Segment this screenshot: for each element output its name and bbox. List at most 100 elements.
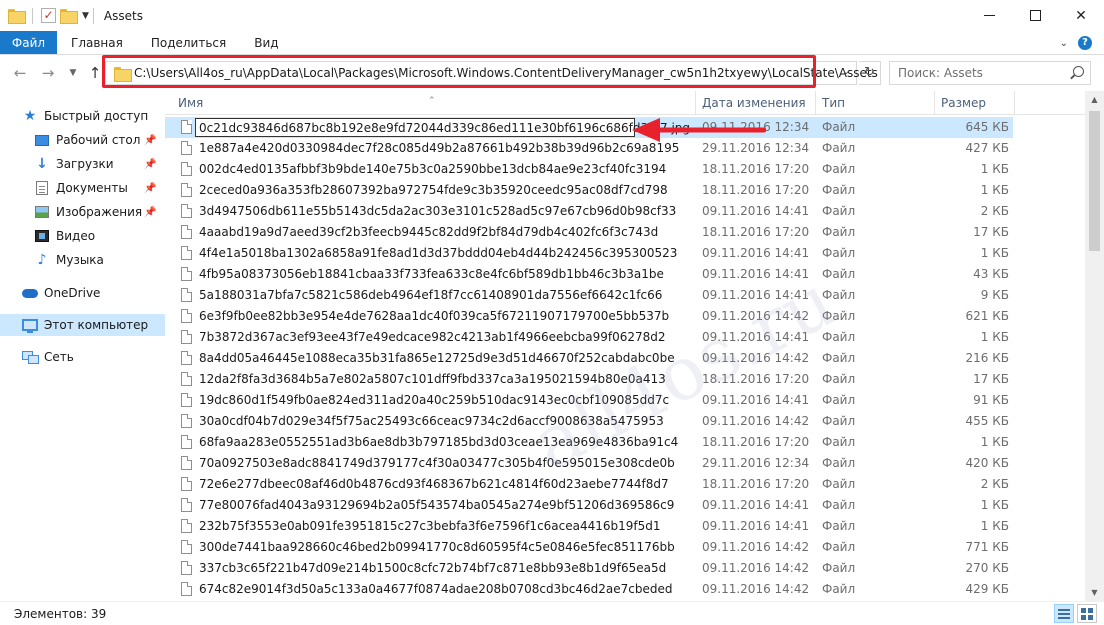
tab-file[interactable]: Файл — [0, 31, 57, 54]
nav-music[interactable]: ♪ Музыка — [0, 249, 165, 271]
expand-ribbon-icon[interactable]: ⌄ — [1060, 38, 1068, 49]
file-row[interactable]: 70a0927503e8adc8841749d379177c4f30a03477… — [165, 453, 1013, 474]
file-row[interactable]: 4aaabd19a9d7aeed39cf2b3feecb9445c82dd9f2… — [165, 222, 1013, 243]
item-count: Элементов: 39 — [14, 607, 107, 621]
column-name[interactable]: Имя — [178, 96, 203, 110]
tab-home[interactable]: Главная — [57, 31, 137, 54]
properties-icon[interactable]: ✓ — [41, 8, 56, 23]
pin-icon[interactable]: 📌 — [144, 183, 156, 194]
file-row[interactable]: 2ceced0a936a353fb28607392ba972754fde9c3b… — [165, 180, 1013, 201]
file-row[interactable]: 232b75f3553e0ab091fe3951815c27c3bebfa3f6… — [165, 516, 1013, 537]
rename-input[interactable]: 0c21dc93846d687bc8b192e8e9fd72044d339c86… — [199, 121, 690, 135]
nav-item-label: Сеть — [44, 350, 74, 364]
column-divider[interactable] — [695, 91, 696, 115]
file-row[interactable]: 002dc4ed0135afbbf3b9bde140e75b3c0a2590bb… — [165, 159, 1013, 180]
file-row[interactable]: 30a0cdf04b7d029e34f5f75ac25493c66ceac973… — [165, 411, 1013, 432]
refresh-button[interactable]: ↻ — [859, 61, 881, 85]
scroll-down-icon[interactable]: ▼ — [1085, 584, 1104, 601]
vertical-scrollbar[interactable]: ▲ ▼ — [1085, 91, 1104, 601]
file-row[interactable]: 7b3872d367ac3ef93ee43f7e49edcace982c4213… — [165, 327, 1013, 348]
file-row[interactable]: 4f4e1a5018ba1302a6858a91fe8ad1d3d37bddd0… — [165, 243, 1013, 264]
file-icon — [181, 267, 192, 281]
nav-quick-access[interactable]: ★ Быстрый доступ — [0, 105, 165, 127]
column-date[interactable]: Дата изменения — [702, 96, 806, 110]
file-row[interactable]: 0c21dc93846d687bc8b192e8e9fd72044d339c86… — [165, 117, 1013, 138]
tab-share[interactable]: Поделиться — [137, 31, 240, 54]
nav-pictures[interactable]: Изображения 📌 — [0, 201, 165, 223]
file-size: 771 КБ — [965, 540, 1009, 554]
column-divider[interactable] — [934, 91, 935, 115]
file-row[interactable]: 72e6e277dbeec08af46d0b4876cd93f468367b62… — [165, 474, 1013, 495]
file-type: Файл — [822, 141, 856, 155]
file-size: 429 КБ — [965, 582, 1009, 596]
file-icon — [181, 351, 192, 365]
file-row[interactable]: 4fb95a08373056eb18841cbaa33f733fea633c8e… — [165, 264, 1013, 285]
details-view-button[interactable] — [1054, 604, 1074, 623]
file-row[interactable]: 8a4dd05a46445e1088eca35b31fa865e12725d9e… — [165, 348, 1013, 369]
file-name: 72e6e277dbeec08af46d0b4876cd93f468367b62… — [199, 477, 669, 491]
file-row[interactable]: 19dc860d1f549fb0ae824ed311ad20a40c259b51… — [165, 390, 1013, 411]
file-name: 12da2f8fa3d3684b5a7e802a5807c101dff9fbd3… — [199, 372, 666, 386]
scroll-up-icon[interactable]: ▲ — [1085, 91, 1104, 108]
back-button[interactable]: ← — [10, 63, 30, 83]
nav-this-pc[interactable]: Этот компьютер — [0, 314, 165, 336]
pin-icon[interactable]: 📌 — [144, 159, 156, 170]
nav-network[interactable]: Сеть — [0, 346, 165, 368]
file-row[interactable]: 1e887a4e420d0330984dec7f28c085d49b2a8766… — [165, 138, 1013, 159]
help-icon[interactable]: ? — [1078, 36, 1092, 50]
file-icon — [181, 477, 192, 491]
file-date: 09.11.2016 14:41 — [702, 330, 810, 344]
file-size: 2 КБ — [980, 477, 1009, 491]
nav-item-label: Быстрый доступ — [44, 109, 149, 123]
file-name: 19dc860d1f549fb0ae824ed311ad20a40c259b51… — [199, 393, 670, 407]
recent-locations-button[interactable]: ▼ — [63, 63, 83, 83]
column-size[interactable]: Размер — [941, 96, 986, 110]
video-icon — [34, 228, 50, 244]
close-button[interactable]: ✕ — [1058, 0, 1104, 31]
file-row[interactable]: 337cb3c65f221b47d09e214b1500c8cfc72b74bf… — [165, 558, 1013, 579]
nav-onedrive[interactable]: OneDrive — [0, 282, 165, 304]
file-icon — [181, 288, 192, 302]
file-name: 337cb3c65f221b47d09e214b1500c8cfc72b74bf… — [199, 561, 667, 575]
file-row[interactable]: 5a188031a7bfa7c5821c586deb4964ef18f7cc61… — [165, 285, 1013, 306]
file-icon — [181, 225, 192, 239]
nav-documents[interactable]: Документы 📌 — [0, 177, 165, 199]
file-type: Файл — [822, 225, 856, 239]
file-row[interactable]: 68fa9aa283e0552551ad3b6ae8db3b797185bd3d… — [165, 432, 1013, 453]
pin-icon[interactable]: 📌 — [144, 135, 156, 146]
minimize-button[interactable] — [966, 0, 1012, 31]
file-date: 09.11.2016 14:41 — [702, 519, 810, 533]
large-icons-view-button[interactable] — [1077, 604, 1097, 623]
details-view-icon — [1058, 608, 1070, 619]
minimize-icon — [983, 15, 995, 16]
forward-button[interactable]: → — [38, 63, 58, 83]
file-row[interactable]: 3d4947506db611e55b5143dc5da2ac303e3101c5… — [165, 201, 1013, 222]
nav-downloads[interactable]: ↓ Загрузки 📌 — [0, 153, 165, 175]
file-row[interactable]: 12da2f8fa3d3684b5a7e802a5807c101dff9fbd3… — [165, 369, 1013, 390]
file-type: Файл — [822, 456, 856, 470]
file-icon — [181, 561, 192, 575]
search-input[interactable]: Поиск: Assets — [889, 61, 1091, 85]
column-type[interactable]: Тип — [822, 96, 845, 110]
ribbon: Файл Главная Поделиться Вид ⌄ ? — [0, 31, 1104, 55]
file-type: Файл — [822, 288, 856, 302]
new-folder-icon[interactable] — [60, 9, 78, 24]
nav-desktop[interactable]: Рабочий стол 📌 — [0, 129, 165, 151]
file-icon — [181, 183, 192, 197]
maximize-button[interactable] — [1012, 0, 1058, 31]
chevron-down-icon[interactable]: ▼ — [82, 11, 89, 21]
file-type: Файл — [822, 267, 856, 281]
file-row[interactable]: 300de7441baa928660c46bed2b09941770c8d605… — [165, 537, 1013, 558]
pin-icon[interactable]: 📌 — [144, 207, 156, 218]
column-divider[interactable] — [815, 91, 816, 115]
tab-view[interactable]: Вид — [240, 31, 292, 54]
file-row[interactable]: 6e3f9fb0ee82bb3e954e4de7628aa1dc40f039ca… — [165, 306, 1013, 327]
file-name: 3d4947506db611e55b5143dc5da2ac303e3101c5… — [199, 204, 677, 218]
address-dropdown-icon[interactable]: ⌄ — [842, 66, 850, 77]
file-row[interactable]: 674c82e9014f3d50a5c133a0a4677f0874adae20… — [165, 579, 1013, 600]
file-row[interactable]: 77e80076fad4043a93129694b2a05f543574ba05… — [165, 495, 1013, 516]
nav-video[interactable]: Видео — [0, 225, 165, 247]
rename-field[interactable]: 0c21dc93846d687bc8b192e8e9fd72044d339c86… — [195, 118, 690, 137]
column-divider[interactable] — [1014, 91, 1015, 115]
scrollbar-thumb[interactable] — [1089, 111, 1100, 251]
